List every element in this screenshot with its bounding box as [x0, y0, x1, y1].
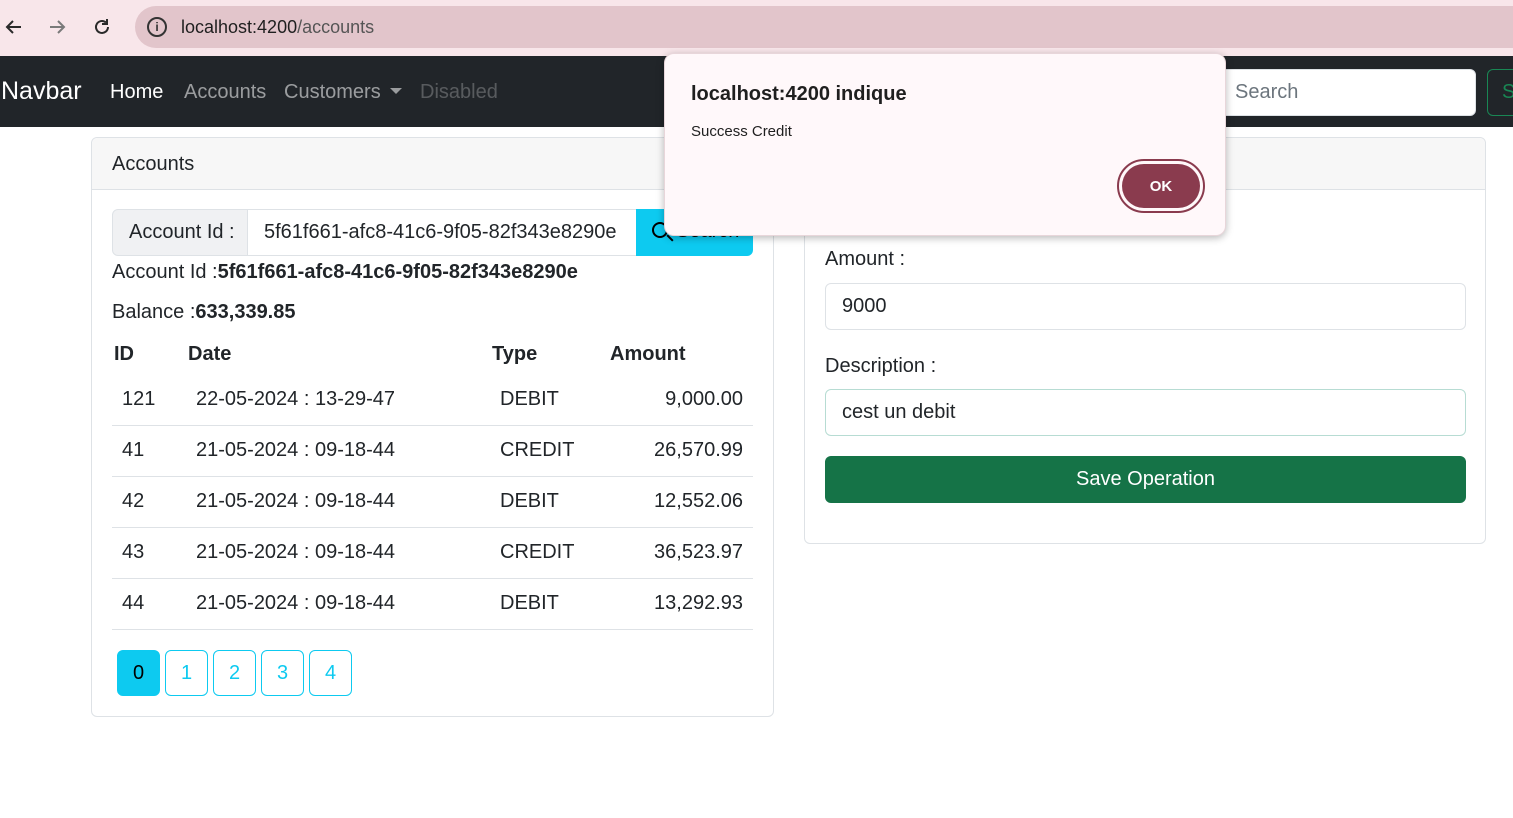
- amount-input[interactable]: 9000: [825, 283, 1466, 330]
- cell-date: 21-05-2024 : 09-18-44: [186, 425, 490, 477]
- nav-link-home[interactable]: Home: [110, 81, 163, 104]
- cell-id: 44: [112, 578, 186, 630]
- cell-amount: 26,570.99: [608, 425, 753, 477]
- column-header-date: Date: [188, 342, 232, 365]
- cell-amount: 13,292.93: [608, 578, 753, 630]
- cell-id: 42: [112, 476, 186, 528]
- save-operation-button[interactable]: Save Operation: [825, 456, 1466, 503]
- page-button-0[interactable]: 0: [117, 650, 160, 696]
- table-row: 42 21-05-2024 : 09-18-44 DEBIT 12,552.06: [112, 476, 753, 528]
- page-button-3[interactable]: 3: [261, 650, 304, 696]
- cell-type: CREDIT: [490, 425, 608, 477]
- operations-table: ID Date Type Amount 121 22-05-2024 : 13-…: [112, 334, 753, 630]
- account-id-value: 5f61f661-afc8-41c6-9f05-82f343e8290e: [217, 261, 578, 283]
- cell-id: 121: [112, 374, 186, 426]
- caret-down-icon: [389, 87, 402, 94]
- back-arrow-icon[interactable]: [1, 14, 27, 40]
- alert-ok-label: OK: [1122, 164, 1200, 208]
- nav-link-disabled: Disabled: [420, 81, 498, 103]
- page-button-4[interactable]: 4: [309, 650, 352, 696]
- site-info-icon[interactable]: i: [147, 17, 167, 37]
- description-label: Description :: [825, 355, 937, 377]
- cell-id: 43: [112, 527, 186, 579]
- account-id-line: Account Id :5f61f661-afc8-41c6-9f05-82f3…: [112, 261, 578, 284]
- alert-title: localhost:4200 indique: [691, 83, 907, 105]
- column-header-amount: Amount: [610, 342, 686, 365]
- balance-value: 633,339.85: [195, 301, 296, 323]
- cell-type: CREDIT: [490, 527, 608, 579]
- cell-id: 41: [112, 425, 186, 477]
- pagination: 0 1 2 3 4: [117, 650, 352, 696]
- alert-ok-button[interactable]: OK: [1117, 159, 1205, 213]
- navbar-brand[interactable]: Navbar: [1, 77, 82, 106]
- table-row: 121 22-05-2024 : 13-29-47 DEBIT 9,000.00: [112, 374, 753, 426]
- page-button-1[interactable]: 1: [165, 650, 208, 696]
- table-row: 44 21-05-2024 : 09-18-44 DEBIT 13,292.93: [112, 578, 753, 630]
- account-id-input-label: Account Id :: [112, 209, 248, 256]
- column-header-id: ID: [114, 342, 134, 365]
- column-header-type: Type: [492, 342, 538, 365]
- balance-line: Balance :633,339.85: [112, 301, 296, 324]
- cell-amount: 9,000.00: [608, 374, 753, 426]
- balance-label: Balance :: [112, 301, 196, 323]
- account-id-label: Account Id :: [112, 261, 218, 283]
- page-button-2[interactable]: 2: [213, 650, 256, 696]
- cell-date: 21-05-2024 : 09-18-44: [186, 527, 490, 579]
- reload-icon[interactable]: [89, 14, 115, 40]
- nav-link-customers-dropdown[interactable]: Customers: [284, 81, 402, 104]
- cell-amount: 12,552.06: [608, 476, 753, 528]
- alert-message: Success Credit: [691, 123, 792, 140]
- cell-date: 21-05-2024 : 09-18-44: [186, 578, 490, 630]
- table-row: 43 21-05-2024 : 09-18-44 CREDIT 36,523.9…: [112, 527, 753, 579]
- address-bar[interactable]: i localhost:4200/accounts: [135, 6, 1513, 48]
- cell-type: DEBIT: [490, 476, 608, 528]
- account-search-group: Account Id : 5f61f661-afc8-41c6-9f05-82f…: [112, 209, 753, 256]
- cell-type: DEBIT: [490, 578, 608, 630]
- table-row: 41 21-05-2024 : 09-18-44 CREDIT 26,570.9…: [112, 425, 753, 477]
- alert-dialog: localhost:4200 indique Success Credit OK: [664, 53, 1226, 236]
- cell-date: 21-05-2024 : 09-18-44: [186, 476, 490, 528]
- amount-label: Amount :: [825, 248, 906, 270]
- nav-link-accounts[interactable]: Accounts: [184, 81, 266, 104]
- table-header-row: ID Date Type Amount: [112, 334, 753, 374]
- url-text: localhost:4200/accounts: [181, 17, 375, 37]
- cell-type: DEBIT: [490, 374, 608, 426]
- browser-toolbar: i localhost:4200/accounts: [0, 0, 1513, 56]
- navbar-search-button[interactable]: S: [1487, 69, 1513, 116]
- cell-amount: 36,523.97: [608, 527, 753, 579]
- cell-date: 22-05-2024 : 13-29-47: [186, 374, 490, 426]
- nav-link-customers-label: Customers: [284, 81, 381, 103]
- account-id-input[interactable]: 5f61f661-afc8-41c6-9f05-82f343e8290e: [247, 209, 637, 256]
- forward-arrow-icon[interactable]: [44, 14, 70, 40]
- description-input[interactable]: cest un debit: [825, 389, 1466, 436]
